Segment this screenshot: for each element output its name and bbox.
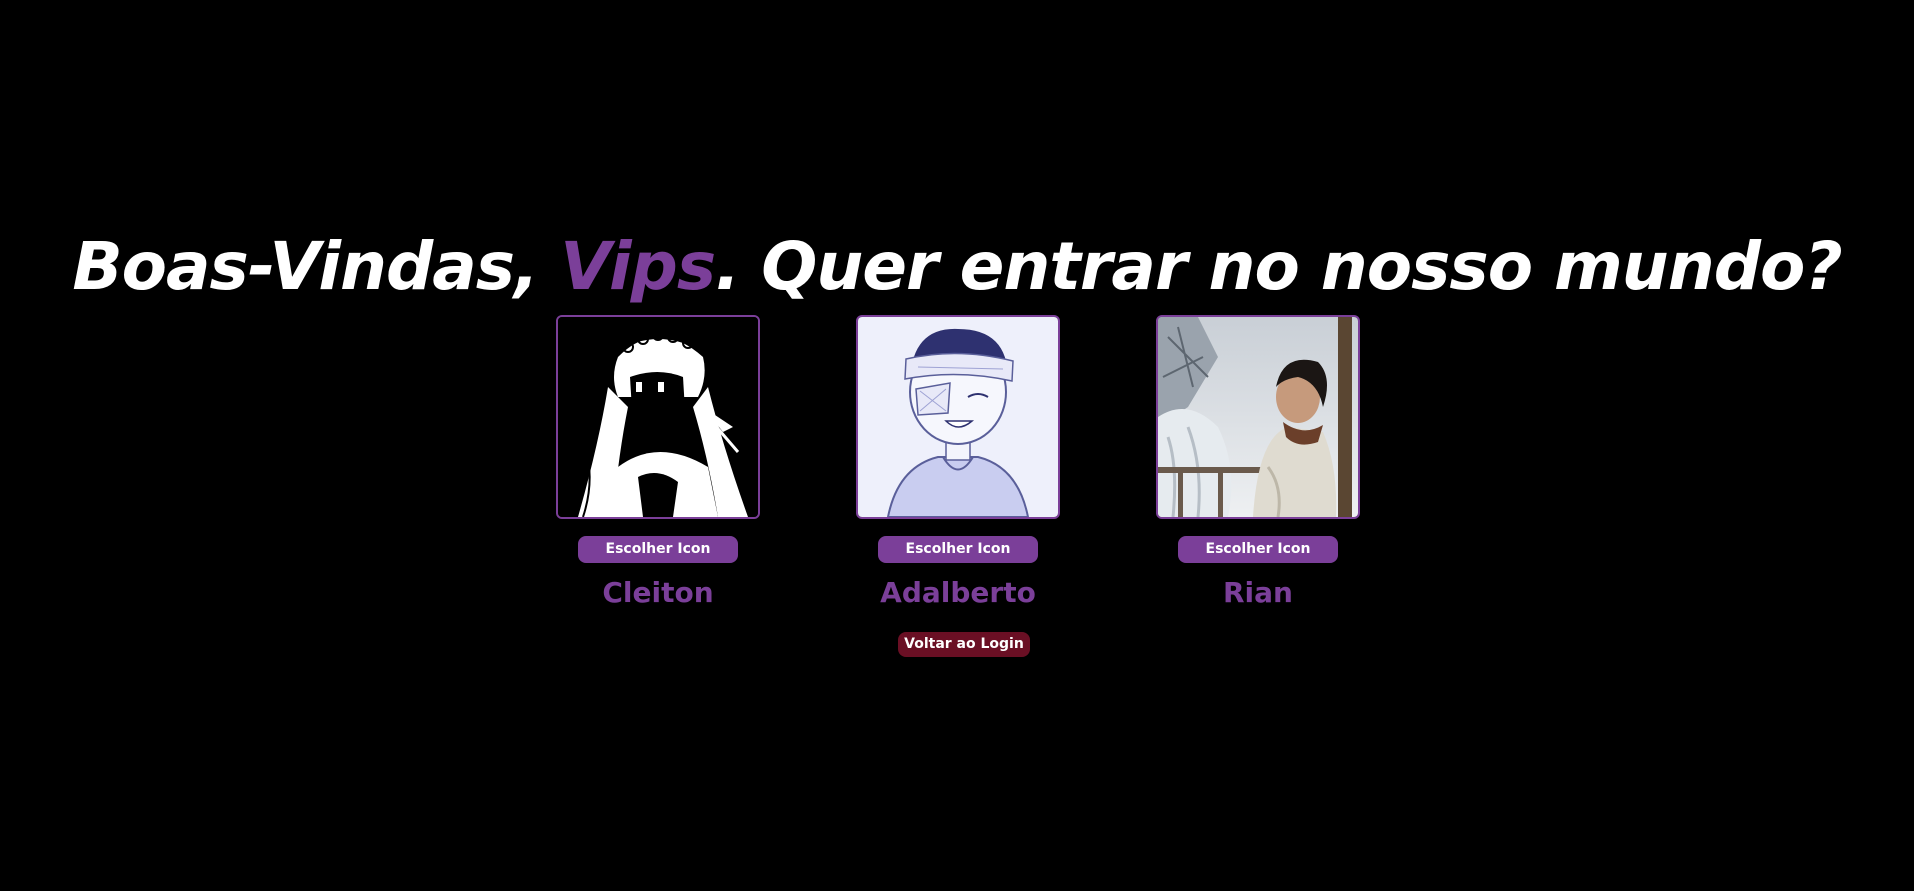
profile-name-cleiton[interactable]: Cleiton bbox=[556, 575, 760, 611]
profile-card-adalberto: Escolher Icon Adalberto bbox=[856, 315, 1060, 611]
title-question: . Quer entrar no nosso mundo? bbox=[715, 228, 1842, 306]
bandaged-boy-sketch-avatar bbox=[858, 317, 1058, 517]
choose-icon-button-cleiton[interactable]: Escolher Icon bbox=[578, 536, 738, 563]
anime-girl-sketch-avatar bbox=[558, 317, 758, 517]
profile-name-adalberto[interactable]: Adalberto bbox=[856, 575, 1060, 611]
profile-card-rian: Escolher Icon Rian bbox=[1156, 315, 1360, 611]
avatar-adalberto[interactable] bbox=[856, 315, 1060, 519]
profile-name-rian[interactable]: Rian bbox=[1156, 575, 1360, 611]
page-title: Boas-Vindas, Vips. Quer entrar no nosso … bbox=[0, 222, 1914, 312]
choose-icon-button-adalberto[interactable]: Escolher Icon bbox=[878, 536, 1038, 563]
profile-select-page: Boas-Vindas, Vips. Quer entrar no nosso … bbox=[0, 0, 1914, 891]
choose-icon-button-rian[interactable]: Escolher Icon bbox=[1178, 536, 1338, 563]
title-username: Vips bbox=[560, 228, 716, 306]
title-greeting: Boas-Vindas, bbox=[72, 228, 561, 306]
profiles-list: Escolher Icon Cleiton Escolher Icon Adal… bbox=[556, 315, 1360, 615]
winter-photo-avatar bbox=[1158, 317, 1358, 517]
avatar-rian[interactable] bbox=[1156, 315, 1360, 519]
back-to-login-button[interactable]: Voltar ao Login bbox=[898, 632, 1030, 657]
avatar-cleiton[interactable] bbox=[556, 315, 760, 519]
profile-card-cleiton: Escolher Icon Cleiton bbox=[556, 315, 760, 611]
